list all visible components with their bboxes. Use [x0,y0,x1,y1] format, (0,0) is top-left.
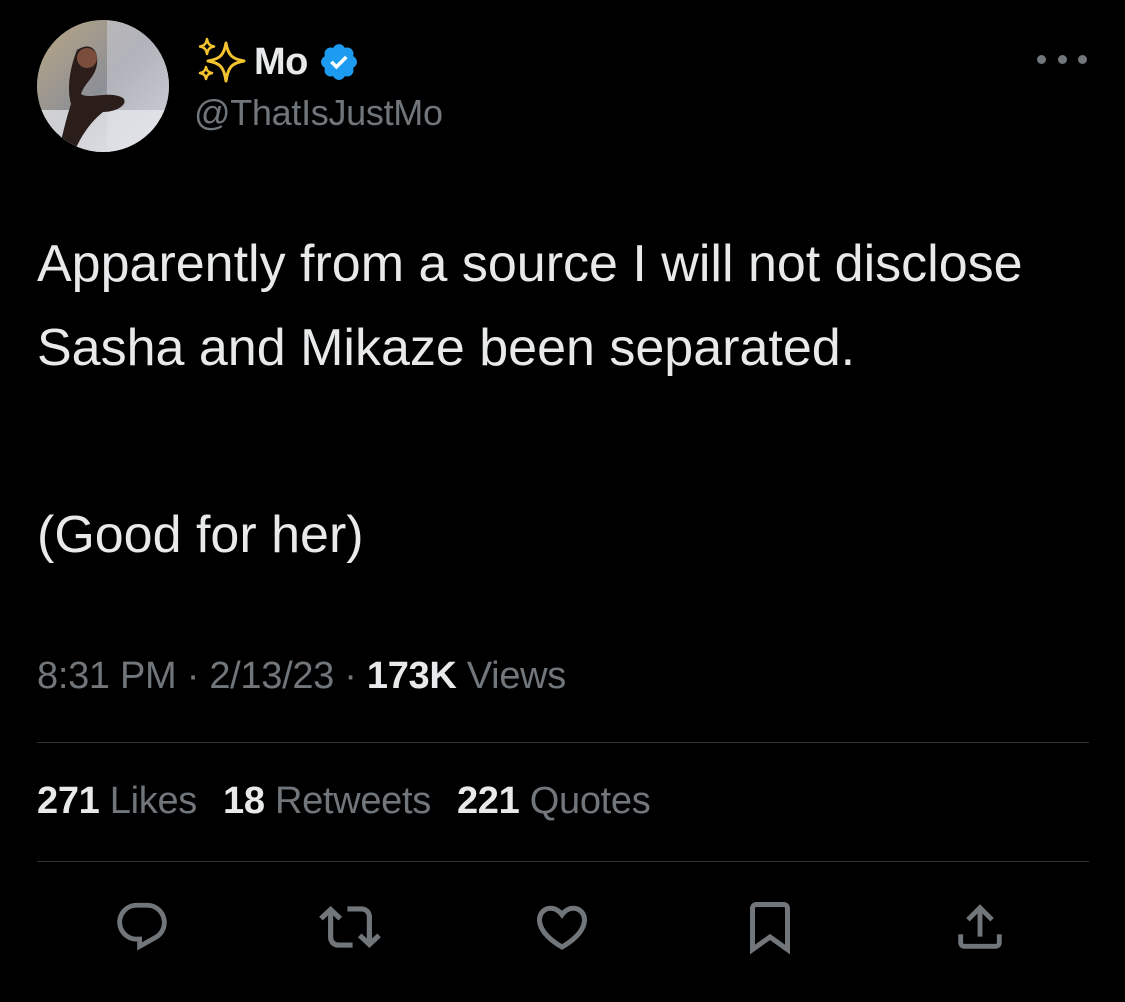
author-handle[interactable]: @ThatIsJustMo [194,92,443,134]
quotes-label: Quotes [529,780,651,822]
tweet-text: Apparently from a source I will not disc… [37,235,1023,377]
bookmark-icon [750,902,790,955]
divider [37,861,1089,862]
quotes-stat[interactable]: 221 Quotes [457,780,651,823]
share-button[interactable] [948,895,1012,959]
tweet-meta: 8:31 PM · 2/13/23 · 173K Views [37,655,566,698]
avatar[interactable] [37,20,169,152]
like-button[interactable] [530,895,594,959]
reply-button[interactable] [110,895,174,959]
likes-label: Likes [109,780,198,822]
divider [37,742,1089,743]
retweets-count: 18 [223,780,265,822]
retweet-icon [319,906,381,948]
likes-stat[interactable]: 271 Likes [37,780,197,823]
retweet-button[interactable] [318,895,382,959]
verified-badge-icon [320,44,357,80]
tweet-time[interactable]: 8:31 PM [37,655,177,697]
tweet-detail: Mo @ThatIsJustMo Apparently from a sourc… [0,0,1125,1002]
meta-separator: · [186,655,200,697]
like-icon [536,905,588,950]
author-name-row[interactable]: Mo [194,34,360,90]
meta-separator: · [344,655,357,697]
tweet-actions [0,895,1125,959]
share-icon [958,904,1002,949]
tweet-text-secondary: (Good for her) [37,506,364,564]
more-options-icon[interactable] [1037,44,1087,74]
views-label: Views [466,655,566,697]
bookmark-button[interactable] [738,895,802,959]
reply-icon [117,902,167,951]
author-display-name[interactable]: Mo [254,41,308,84]
tweet-date[interactable]: 2/13/23 [209,655,334,697]
likes-count: 271 [37,780,100,822]
quotes-count: 221 [456,780,520,822]
retweets-stat[interactable]: 18 Retweets [223,780,431,823]
tweet-stats: 271 Likes 18 Retweets 221 Quotes [37,780,676,823]
views-count: 173K [366,655,457,697]
sparkles-icon [198,37,246,83]
retweets-label: Retweets [274,780,431,822]
